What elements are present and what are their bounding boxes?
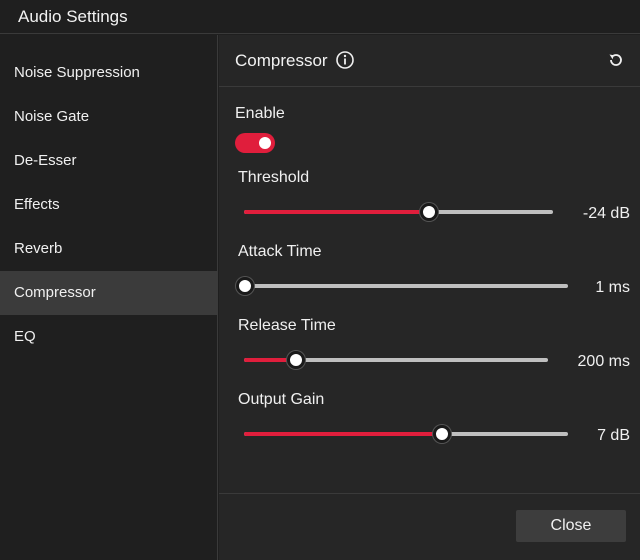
- output-gain-label: Output Gain: [238, 391, 325, 408]
- output-gain-value: 7 dB: [597, 427, 630, 444]
- attack-time-value: 1 ms: [595, 279, 630, 296]
- close-button[interactable]: Close: [516, 510, 626, 542]
- title-bar: Audio Settings: [0, 0, 640, 34]
- sidebar: Noise Suppression Noise Gate De-Esser Ef…: [0, 35, 218, 560]
- sidebar-item-eq[interactable]: EQ: [0, 315, 218, 359]
- settings-panel: Compressor Enable Threshold -24 dB Attac…: [219, 35, 640, 560]
- threshold-label: Threshold: [238, 169, 310, 186]
- release-time-slider[interactable]: [244, 350, 548, 370]
- output-gain-slider[interactable]: [244, 424, 568, 444]
- threshold-value: -24 dB: [582, 205, 630, 222]
- enable-toggle[interactable]: [235, 133, 275, 153]
- reset-icon[interactable]: [606, 50, 626, 70]
- release-time-label: Release Time: [238, 317, 336, 334]
- attack-time-label: Attack Time: [238, 243, 322, 260]
- slider-thumb[interactable]: [420, 203, 438, 221]
- slider-thumb[interactable]: [287, 351, 305, 369]
- toggle-knob: [259, 137, 271, 149]
- panel-title: Compressor: [235, 51, 328, 70]
- slider-thumb[interactable]: [236, 277, 254, 295]
- panel-footer: Close: [219, 493, 640, 560]
- sidebar-item-de-esser[interactable]: De-Esser: [0, 139, 218, 183]
- info-icon[interactable]: [335, 50, 355, 70]
- slider-thumb[interactable]: [433, 425, 451, 443]
- attack-time-slider[interactable]: [236, 276, 568, 296]
- release-time-value: 200 ms: [577, 353, 630, 370]
- sidebar-item-reverb[interactable]: Reverb: [0, 227, 218, 271]
- panel-header: Compressor: [219, 35, 640, 87]
- threshold-slider[interactable]: [244, 202, 553, 222]
- window-title: Audio Settings: [18, 7, 128, 26]
- sidebar-item-compressor[interactable]: Compressor: [0, 271, 218, 315]
- slider-fill: [244, 210, 429, 214]
- sidebar-item-effects[interactable]: Effects: [0, 183, 218, 227]
- sidebar-item-noise-suppression[interactable]: Noise Suppression: [0, 51, 218, 95]
- slider-track: [245, 284, 568, 288]
- sidebar-item-noise-gate[interactable]: Noise Gate: [0, 95, 218, 139]
- enable-label: Enable: [235, 105, 285, 122]
- slider-fill: [244, 432, 442, 436]
